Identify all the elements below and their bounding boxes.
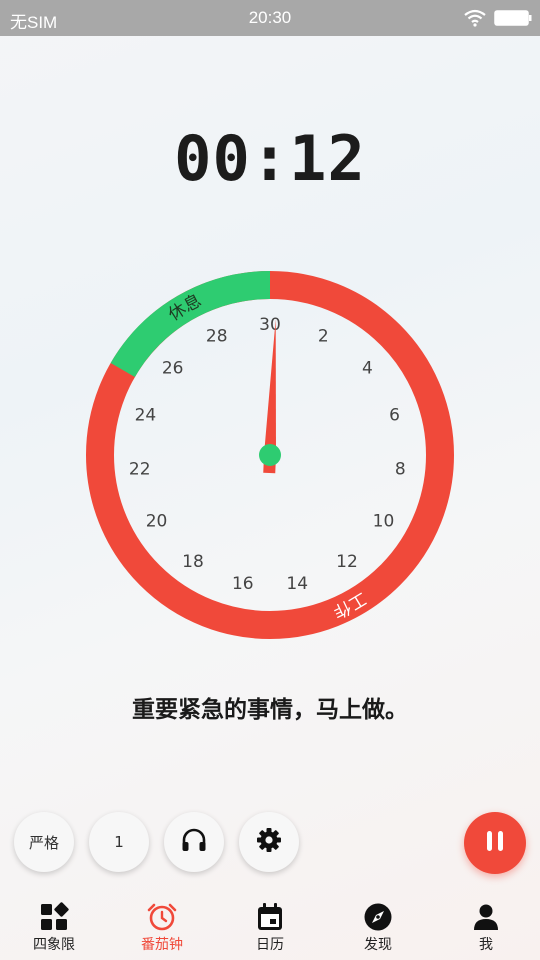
- dial-graphic: 休息 工作 30246810121416182022242628: [86, 271, 454, 639]
- motto-text: 重要紧急的事情，马上做。: [132, 697, 408, 723]
- dial-tick-20: 20: [146, 512, 168, 532]
- bottom-tab-bar: 四象限 番茄钟 日历 发现 我: [0, 896, 540, 960]
- dial-tick-30: 30: [259, 315, 281, 335]
- strict-mode-button[interactable]: 严格: [14, 812, 74, 872]
- gear-icon: [256, 827, 282, 857]
- tab-pomodoro[interactable]: 番茄钟: [108, 896, 216, 960]
- dial-tick-14: 14: [286, 574, 308, 594]
- compass-icon: [363, 902, 393, 932]
- pomodoro-count-label: 1: [114, 833, 124, 851]
- dial-tick-16: 16: [232, 574, 254, 594]
- tab-me[interactable]: 我: [432, 896, 540, 960]
- dial-tick-4: 4: [362, 358, 373, 378]
- dial-tick-8: 8: [395, 460, 406, 480]
- settings-button[interactable]: [239, 812, 299, 872]
- tab-discover-label: 发现: [364, 937, 392, 953]
- dial-tick-18: 18: [182, 552, 204, 572]
- pomodoro-dial[interactable]: 休息 工作 30 2 4 6 8 10 12 14 16 18 20 22 24 26 28: [85, 270, 455, 644]
- dial-tick-2: 2: [318, 326, 329, 346]
- tab-discover[interactable]: 发现: [324, 896, 432, 960]
- hand-center: [259, 444, 281, 466]
- pomodoro-count-button[interactable]: 1: [89, 812, 149, 872]
- status-bar: 无SIM 20:30: [0, 0, 540, 36]
- dial-tick-10: 10: [373, 512, 395, 532]
- calendar-icon: [255, 902, 285, 932]
- countdown-timer: 00:12: [174, 122, 366, 195]
- tab-quadrant[interactable]: 四象限: [0, 896, 108, 960]
- tab-pomodoro-label: 番茄钟: [141, 937, 183, 953]
- tab-me-label: 我: [479, 937, 493, 953]
- tab-calendar[interactable]: 日历: [216, 896, 324, 960]
- pause-icon: [484, 829, 506, 857]
- wifi-icon: [464, 9, 486, 32]
- tab-quadrant-label: 四象限: [33, 937, 75, 953]
- person-icon: [471, 902, 501, 932]
- quadrant-icon: [39, 902, 69, 932]
- dial-tick-26: 26: [162, 358, 184, 378]
- dial-tick-6: 6: [389, 406, 400, 426]
- pause-button[interactable]: [464, 812, 526, 874]
- headphones-icon: [180, 827, 208, 857]
- dial-tick-24: 24: [135, 406, 157, 426]
- dial-tick-28: 28: [206, 326, 228, 346]
- dial-tick-22: 22: [129, 460, 151, 480]
- tab-calendar-label: 日历: [256, 937, 284, 953]
- battery-icon: [494, 10, 532, 31]
- status-time: 20:30: [248, 8, 292, 27]
- white-noise-button[interactable]: [164, 812, 224, 872]
- alarm-clock-icon: [146, 902, 178, 932]
- strict-mode-label: 严格: [28, 833, 59, 852]
- dial-tick-12: 12: [336, 552, 358, 572]
